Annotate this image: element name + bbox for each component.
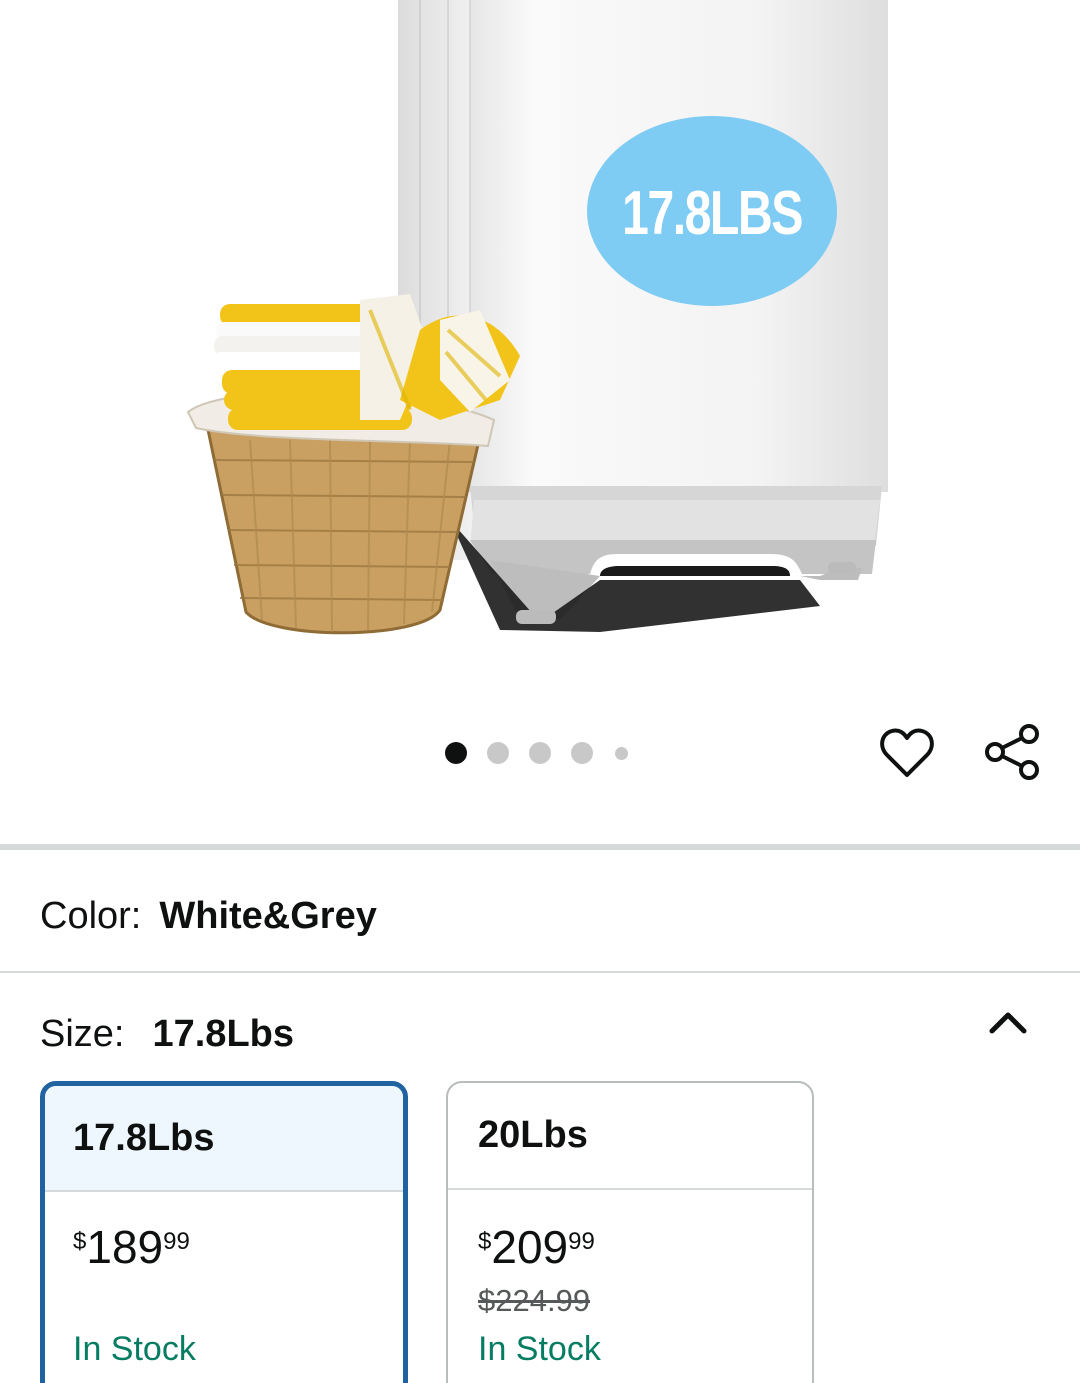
price-whole: 189 (86, 1221, 164, 1273)
image-carousel-indicator[interactable] (445, 741, 628, 765)
size-option-20lbs[interactable]: 20Lbs $20999 $224.99 In Stock (446, 1081, 814, 1383)
size-option-name: 20Lbs (448, 1083, 812, 1190)
size-selector: Size: 17.8Lbs (40, 1012, 294, 1056)
stock-status: In Stock (478, 1330, 601, 1368)
color-label: Color: (40, 895, 142, 937)
color-selector: Color: White&Grey (40, 894, 377, 938)
collapse-size-button[interactable] (982, 998, 1034, 1046)
price-fraction: 99 (568, 1228, 595, 1255)
carousel-dot-5[interactable] (615, 746, 628, 760)
product-photo (186, 0, 888, 635)
price-currency: $ (478, 1228, 492, 1255)
share-icon (985, 724, 1039, 780)
carousel-dot-2[interactable] (487, 742, 509, 764)
list-price: $224.99 (478, 1283, 591, 1318)
carousel-dot-4[interactable] (571, 742, 593, 764)
add-to-list-button[interactable] (876, 722, 938, 784)
heart-icon (880, 728, 934, 777)
size-label: Size: (40, 1013, 125, 1055)
size-value: 17.8Lbs (152, 1013, 295, 1055)
section-divider (0, 844, 1080, 850)
share-button[interactable] (980, 720, 1044, 784)
size-option-name: 17.8Lbs (45, 1086, 403, 1192)
color-value: White&Grey (159, 895, 377, 937)
product-image[interactable]: 17.8LBS (0, 0, 1080, 700)
size-option-17-8lbs[interactable]: 17.8Lbs $18999 In Stock (40, 1081, 408, 1383)
price-whole: 209 (491, 1221, 569, 1273)
price: $20999 (478, 1224, 595, 1270)
stock-status: In Stock (73, 1330, 196, 1368)
price: $18999 (73, 1224, 190, 1270)
price-fraction: 99 (163, 1228, 190, 1255)
row-divider (0, 971, 1080, 973)
carousel-dot-1[interactable] (445, 742, 467, 764)
capacity-badge-text: 17.8LBS (622, 178, 803, 248)
price-currency: $ (73, 1228, 87, 1255)
carousel-dot-3[interactable] (529, 742, 551, 764)
chevron-up-icon (989, 1012, 1027, 1034)
